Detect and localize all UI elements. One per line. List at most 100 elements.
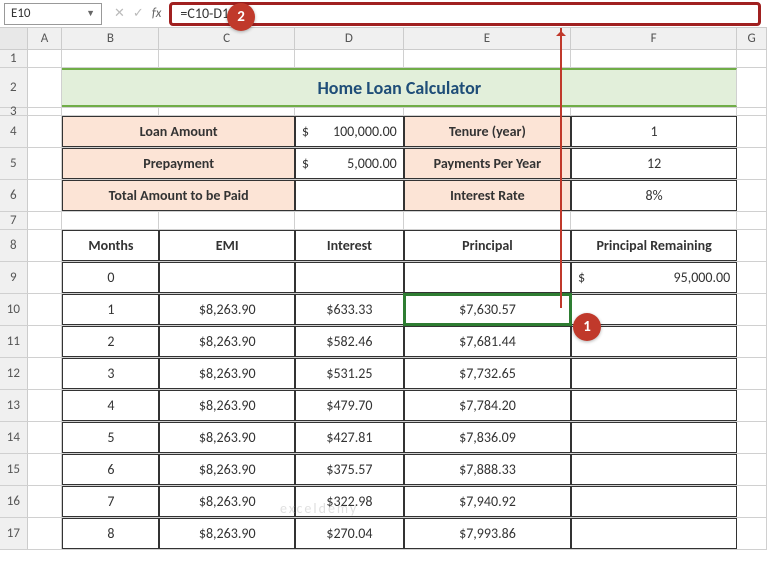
row-header[interactable]: 14 [0, 422, 28, 453]
cell[interactable] [571, 50, 737, 67]
months-cell[interactable]: 7 [62, 486, 159, 517]
cell[interactable] [28, 294, 63, 325]
cell[interactable] [28, 68, 63, 107]
principal-cell[interactable]: $7,681.44 [404, 326, 571, 357]
interest-cell[interactable]: $270.04 [295, 518, 404, 549]
interest-cell[interactable]: $427.81 [295, 422, 404, 453]
months-cell[interactable]: 2 [62, 326, 159, 357]
cell[interactable] [737, 454, 767, 485]
interest-cell[interactable]: $479.70 [295, 390, 404, 421]
months-cell[interactable]: 6 [62, 454, 159, 485]
cell[interactable] [28, 326, 63, 357]
months-cell[interactable]: 8 [62, 518, 159, 549]
cell[interactable] [28, 262, 63, 293]
remaining-cell[interactable] [571, 486, 737, 517]
months-cell[interactable]: 3 [62, 358, 159, 389]
cell[interactable] [159, 108, 295, 116]
row-header[interactable]: 4 [0, 116, 28, 147]
row-header[interactable]: 6 [0, 180, 28, 211]
cell[interactable] [295, 50, 404, 67]
cell[interactable] [62, 50, 159, 67]
cell[interactable] [737, 116, 767, 147]
col-header-B[interactable]: B [62, 28, 159, 49]
col-header-E[interactable]: E [404, 28, 571, 49]
cell[interactable] [737, 518, 767, 549]
months-cell[interactable]: 4 [62, 390, 159, 421]
cell[interactable] [28, 518, 63, 549]
row-header[interactable]: 11 [0, 326, 28, 357]
cell[interactable] [737, 68, 767, 107]
row-header[interactable]: 17 [0, 518, 28, 549]
cell[interactable] [404, 50, 571, 67]
cell[interactable] [28, 454, 63, 485]
cell[interactable] [404, 212, 571, 229]
total-value[interactable] [295, 180, 404, 211]
row-header[interactable]: 8 [0, 230, 28, 261]
cell[interactable] [159, 50, 295, 67]
row-header[interactable]: 12 [0, 358, 28, 389]
interest-cell[interactable]: $582.46 [295, 326, 404, 357]
cell[interactable] [737, 230, 767, 261]
row-header[interactable]: 16 [0, 486, 28, 517]
row-header[interactable]: 7 [0, 212, 28, 229]
emi-cell[interactable]: $8,263.90 [159, 454, 295, 485]
cell[interactable] [295, 212, 404, 229]
cell[interactable] [28, 148, 63, 179]
cell[interactable] [737, 358, 767, 389]
cell[interactable] [737, 108, 767, 116]
months-cell[interactable]: 5 [62, 422, 159, 453]
cell[interactable] [28, 180, 63, 211]
name-box[interactable]: E10 ▼ [4, 3, 102, 25]
emi-0[interactable] [159, 262, 295, 293]
formula-input[interactable]: =C10-D10 [169, 2, 761, 26]
cell[interactable] [28, 50, 63, 67]
cell[interactable] [737, 262, 767, 293]
int-0[interactable] [295, 262, 404, 293]
row-header[interactable]: 15 [0, 454, 28, 485]
principal-cell[interactable]: $7,732.65 [404, 358, 571, 389]
emi-cell[interactable]: $8,263.90 [159, 390, 295, 421]
months-0[interactable]: 0 [62, 262, 159, 293]
principal-cell[interactable]: $7,993.86 [404, 518, 571, 549]
emi-cell[interactable]: $8,263.90 [159, 358, 295, 389]
cell[interactable] [28, 422, 63, 453]
remaining-value[interactable]: $95,000.00 [571, 262, 737, 293]
col-header-G[interactable]: G [737, 28, 767, 49]
col-header-A[interactable]: A [28, 28, 63, 49]
dropdown-icon[interactable]: ▼ [86, 8, 95, 19]
cell[interactable] [737, 148, 767, 179]
emi-cell[interactable]: $8,263.90 [159, 422, 295, 453]
tenure-value[interactable]: 1 [571, 116, 737, 147]
cell[interactable] [737, 486, 767, 517]
interest-cell[interactable]: $633.33 [295, 294, 404, 325]
cell[interactable] [737, 326, 767, 357]
prepay-value[interactable]: $5,000.00 [295, 148, 404, 179]
cancel-icon[interactable]: ✕ [114, 6, 125, 21]
row-header[interactable]: 9 [0, 262, 28, 293]
cell[interactable] [737, 390, 767, 421]
cell[interactable] [28, 486, 63, 517]
cell[interactable] [737, 422, 767, 453]
col-header-D[interactable]: D [295, 28, 404, 49]
principal-cell[interactable]: $7,836.09 [404, 422, 571, 453]
cell[interactable] [28, 108, 63, 116]
col-header-C[interactable]: C [159, 28, 295, 49]
select-all-corner[interactable] [0, 28, 28, 49]
cell[interactable] [737, 50, 767, 67]
emi-cell[interactable]: $8,263.90 [159, 294, 295, 325]
cell[interactable] [571, 108, 737, 116]
cell[interactable] [737, 212, 767, 229]
cell[interactable] [28, 116, 63, 147]
cell[interactable] [159, 212, 295, 229]
principal-cell[interactable]: $7,630.57 [404, 294, 571, 325]
cell[interactable] [571, 212, 737, 229]
cell[interactable] [28, 230, 63, 261]
cell[interactable] [295, 108, 404, 116]
row-header[interactable]: 1 [0, 50, 28, 67]
emi-cell[interactable]: $8,263.90 [159, 486, 295, 517]
ppy-value[interactable]: 12 [571, 148, 737, 179]
remaining-cell[interactable] [571, 358, 737, 389]
fx-icon[interactable]: fx [152, 6, 162, 21]
principal-cell[interactable]: $7,888.33 [404, 454, 571, 485]
row-header[interactable]: 13 [0, 390, 28, 421]
